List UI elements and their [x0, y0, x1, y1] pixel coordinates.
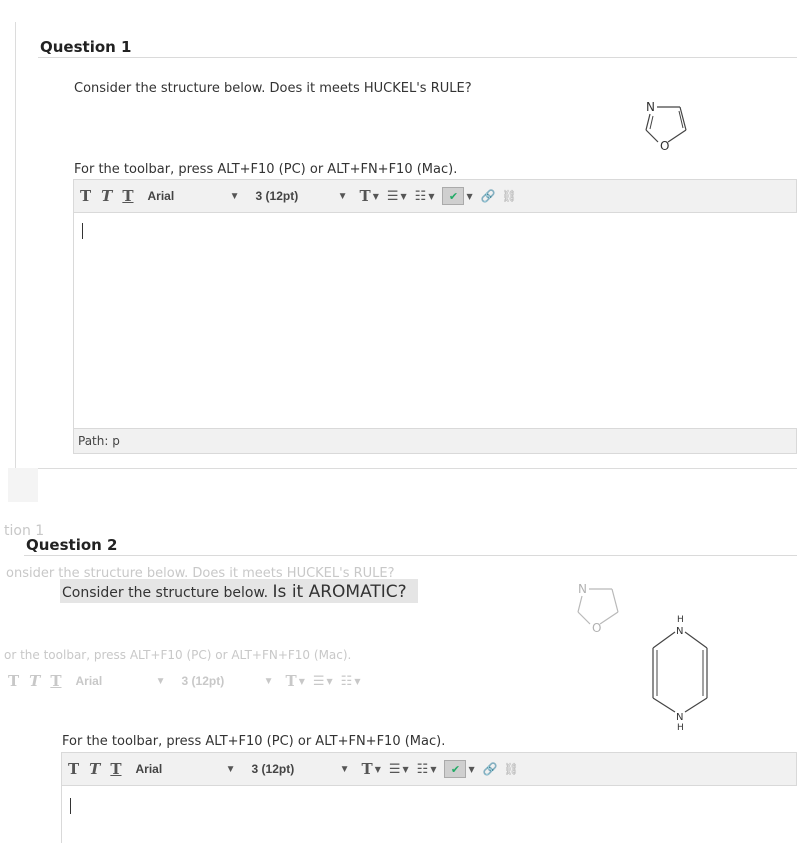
ghost-bullet-icon: ☰ [312, 673, 325, 689]
molecule-atom-n-bottom: N [676, 712, 683, 723]
question-2-molecule: H N N H [652, 615, 708, 733]
question-1-toolbar-hint: For the toolbar, press ALT+F10 (PC) or A… [74, 162, 458, 177]
molecule-atom-o: O [660, 139, 669, 153]
dropdown-arrow-icon[interactable]: ▼ [468, 765, 474, 774]
text-color-icon[interactable]: T [362, 760, 373, 778]
font-family-value: Arial [135, 762, 163, 776]
dropdown-arrow-icon[interactable]: ▼ [403, 765, 409, 774]
unlink-icon[interactable]: ⛓ [504, 762, 519, 776]
chevron-down-icon: ▼ [337, 190, 348, 202]
unlink-icon[interactable]: ⛓ [502, 189, 517, 203]
underline-icon[interactable]: T [110, 760, 121, 778]
font-size-value: 3 (12pt) [255, 189, 299, 203]
ghost-font-select: Arial ▼ [72, 670, 170, 692]
question-1-frame-bottom-gap [8, 468, 38, 502]
molecule-atom-h: H [677, 615, 684, 625]
ghost-text-color-icon: T [285, 672, 297, 690]
numbered-list-icon[interactable]: ☷ [415, 189, 427, 204]
chevron-down-icon: ▼ [225, 763, 236, 775]
link-icon[interactable]: 🔗 [483, 762, 498, 776]
spellcheck-icon[interactable]: ✔ [442, 187, 465, 205]
ghost-numbered-icon: ☷ [340, 673, 353, 689]
text-caret [70, 798, 71, 814]
font-family-value: Arial [147, 189, 175, 203]
bullet-list-icon[interactable]: ☰ [387, 189, 399, 204]
ghost-atom-n: N [578, 582, 587, 596]
question-1-editor[interactable] [73, 213, 797, 429]
prompt-emphasis: Is it AROMATIC? [272, 582, 407, 602]
bold-icon[interactable]: T [68, 760, 79, 778]
question-1-prompt: Consider the structure below. Does it me… [74, 81, 472, 96]
dropdown-arrow-icon[interactable]: ▼ [466, 192, 472, 201]
ghost-toolbar-hint: or the toolbar, press ALT+F10 (PC) or AL… [4, 648, 352, 662]
ghost-font-value: Arial [75, 674, 103, 688]
molecule-atom-n: N [646, 100, 655, 114]
text-color-icon[interactable]: T [360, 187, 371, 205]
bold-icon[interactable]: T [80, 187, 91, 205]
italic-icon[interactable]: T [89, 760, 100, 778]
question-1-path-bar: Path: p [73, 428, 797, 454]
ghost-dropdown-icon: ▼ [326, 676, 333, 686]
question-2-title: Question 2 [26, 536, 118, 554]
ghost-size-value: 3 (12pt) [181, 674, 225, 688]
font-family-select[interactable]: Arial ▼ [144, 185, 244, 207]
underline-icon[interactable]: T [122, 187, 133, 205]
ghost-molecule: N O [577, 582, 619, 635]
font-family-select[interactable]: Arial ▼ [132, 758, 240, 780]
molecule-atom-h-bottom: H [677, 723, 684, 733]
question-1-title-rule [38, 57, 797, 58]
question-2-toolbar-hint: For the toolbar, press ALT+F10 (PC) or A… [62, 734, 446, 749]
ghost-bold-icon: T [8, 672, 20, 690]
ghost-toolbar: T T T Arial ▼ 3 (12pt) ▼ T ▼ ☰ ▼ ☷ ▼ [8, 670, 368, 692]
dropdown-arrow-icon[interactable]: ▼ [373, 192, 379, 201]
ghost-dropdown-icon: ▼ [298, 676, 305, 686]
ghost-atom-o: O [592, 621, 601, 635]
question-2-title-rule [24, 555, 797, 556]
question-2-toolbar: T T T Arial ▼ 3 (12pt) ▼ T ▼ ☰ ▼ ☷ ▼ ✔ ▼… [61, 752, 797, 786]
font-size-value: 3 (12pt) [251, 762, 295, 776]
molecule-atom-n: N [676, 626, 683, 637]
ghost-italic-icon: T [29, 672, 41, 690]
text-caret [82, 223, 83, 239]
numbered-list-icon[interactable]: ☷ [417, 762, 429, 777]
link-icon[interactable]: 🔗 [481, 189, 496, 203]
ghost-dropdown-icon: ▼ [354, 676, 361, 686]
dropdown-arrow-icon[interactable]: ▼ [430, 765, 436, 774]
question-1-toolbar: T T T Arial ▼ 3 (12pt) ▼ T ▼ ☰ ▼ ☷ ▼ ✔ ▼… [73, 179, 797, 213]
ghost-size-select: 3 (12pt) ▼ [178, 670, 278, 692]
chevron-down-icon: ▼ [155, 675, 166, 687]
bullet-list-icon[interactable]: ☰ [389, 762, 401, 777]
chevron-down-icon: ▼ [339, 763, 350, 775]
prompt-start: Consider the structure below. [62, 585, 269, 601]
italic-icon[interactable]: T [101, 187, 112, 205]
spellcheck-icon[interactable]: ✔ [444, 760, 467, 778]
chevron-down-icon: ▼ [263, 675, 274, 687]
question-1-molecule: N O [645, 100, 687, 153]
question-1-title: Question 1 [40, 38, 132, 56]
chevron-down-icon: ▼ [229, 190, 240, 202]
question-2-prompt-text: Consider the structure below. Is it AROM… [62, 582, 407, 602]
question-2-editor[interactable] [61, 786, 797, 843]
dropdown-arrow-icon[interactable]: ▼ [428, 192, 434, 201]
ghost-underline-icon: T [50, 672, 62, 690]
font-size-select[interactable]: 3 (12pt) ▼ [248, 758, 354, 780]
dropdown-arrow-icon[interactable]: ▼ [375, 765, 381, 774]
font-size-select[interactable]: 3 (12pt) ▼ [252, 185, 352, 207]
dropdown-arrow-icon[interactable]: ▼ [401, 192, 407, 201]
